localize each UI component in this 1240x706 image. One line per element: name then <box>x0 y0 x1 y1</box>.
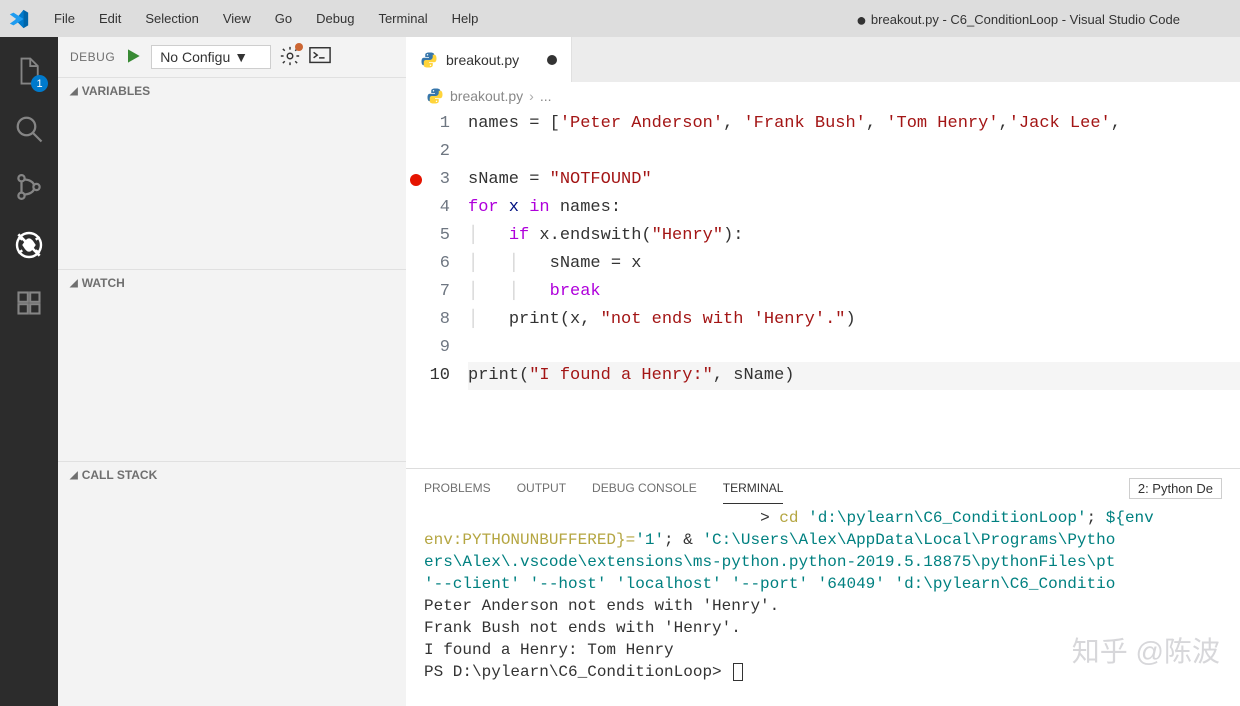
title-bar: File Edit Selection View Go Debug Termin… <box>0 0 1240 37</box>
menu-help[interactable]: Help <box>440 3 491 34</box>
editor-area: breakout.py breakout.py › ... 1 2 3 4 <box>406 37 1240 706</box>
panel-tabs: PROBLEMS OUTPUT DEBUG CONSOLE TERMINAL 2… <box>406 469 1240 507</box>
tab-problems[interactable]: PROBLEMS <box>424 473 491 503</box>
debug-header: DEBUG No Configu▼ <box>58 37 406 77</box>
code-content[interactable]: names = ['Peter Anderson', 'Frank Bush',… <box>468 110 1240 468</box>
menu-terminal[interactable]: Terminal <box>366 3 439 34</box>
tab-breakout[interactable]: breakout.py <box>406 37 572 82</box>
terminal-selector[interactable]: 2: Python De <box>1129 478 1222 499</box>
activity-scm[interactable] <box>0 158 58 216</box>
tab-terminal[interactable]: TERMINAL <box>723 473 784 504</box>
section-header-watch[interactable]: ◢ WATCH <box>58 270 406 296</box>
breakpoint-gutter[interactable] <box>406 110 426 468</box>
menu-edit[interactable]: Edit <box>87 3 133 34</box>
dirty-indicator-icon <box>547 55 557 65</box>
section-header-variables[interactable]: ◢ VARIABLES <box>58 78 406 104</box>
cursor-icon <box>733 663 743 681</box>
menu-debug[interactable]: Debug <box>304 3 366 34</box>
chevron-down-icon: ◢ <box>70 86 78 97</box>
section-watch: ◢ WATCH <box>58 269 406 461</box>
debug-console-icon[interactable] <box>309 46 331 69</box>
terminal[interactable]: > cd 'd:\pylearn\C6_ConditionLoop'; ${en… <box>406 507 1240 706</box>
python-icon <box>426 87 444 105</box>
explorer-badge: 1 <box>31 75 48 92</box>
activity-extensions[interactable] <box>0 274 58 332</box>
tab-label: breakout.py <box>446 52 519 68</box>
gear-icon[interactable] <box>279 45 301 70</box>
breadcrumb[interactable]: breakout.py › ... <box>406 82 1240 110</box>
start-debug-button[interactable] <box>123 46 143 69</box>
menu-view[interactable]: View <box>211 3 263 34</box>
breakpoint-icon[interactable] <box>410 174 422 186</box>
activity-explorer[interactable]: 1 <box>0 42 58 100</box>
activity-debug[interactable] <box>0 216 58 274</box>
bottom-panel: PROBLEMS OUTPUT DEBUG CONSOLE TERMINAL 2… <box>406 468 1240 706</box>
section-header-callstack[interactable]: ◢ CALL STACK <box>58 462 406 488</box>
debug-label: DEBUG <box>70 50 115 64</box>
section-callstack: ◢ CALL STACK <box>58 461 406 653</box>
code-editor[interactable]: 1 2 3 4 5 6 7 8 9 10 names = ['Peter And… <box>406 110 1240 468</box>
tab-bar: breakout.py <box>406 37 1240 82</box>
vscode-logo-icon <box>8 8 30 30</box>
menu-selection[interactable]: Selection <box>133 3 210 34</box>
debug-config-dropdown[interactable]: No Configu▼ <box>151 45 271 69</box>
debug-sidebar: DEBUG No Configu▼ ◢ VARIABLES ◢ <box>58 37 406 706</box>
window-title: ●breakout.py - C6_ConditionLoop - Visual… <box>490 8 1240 29</box>
chevron-down-icon: ◢ <box>70 278 78 289</box>
menu-bar: File Edit Selection View Go Debug Termin… <box>42 3 490 34</box>
python-icon <box>420 51 438 69</box>
tab-output[interactable]: OUTPUT <box>517 473 566 503</box>
chevron-down-icon: ◢ <box>70 470 78 481</box>
activity-search[interactable] <box>0 100 58 158</box>
tab-debug-console[interactable]: DEBUG CONSOLE <box>592 473 697 503</box>
section-variables: ◢ VARIABLES <box>58 77 406 269</box>
menu-file[interactable]: File <box>42 3 87 34</box>
activity-bar: 1 <box>0 37 58 706</box>
line-numbers: 1 2 3 4 5 6 7 8 9 10 <box>426 110 468 468</box>
menu-go[interactable]: Go <box>263 3 304 34</box>
